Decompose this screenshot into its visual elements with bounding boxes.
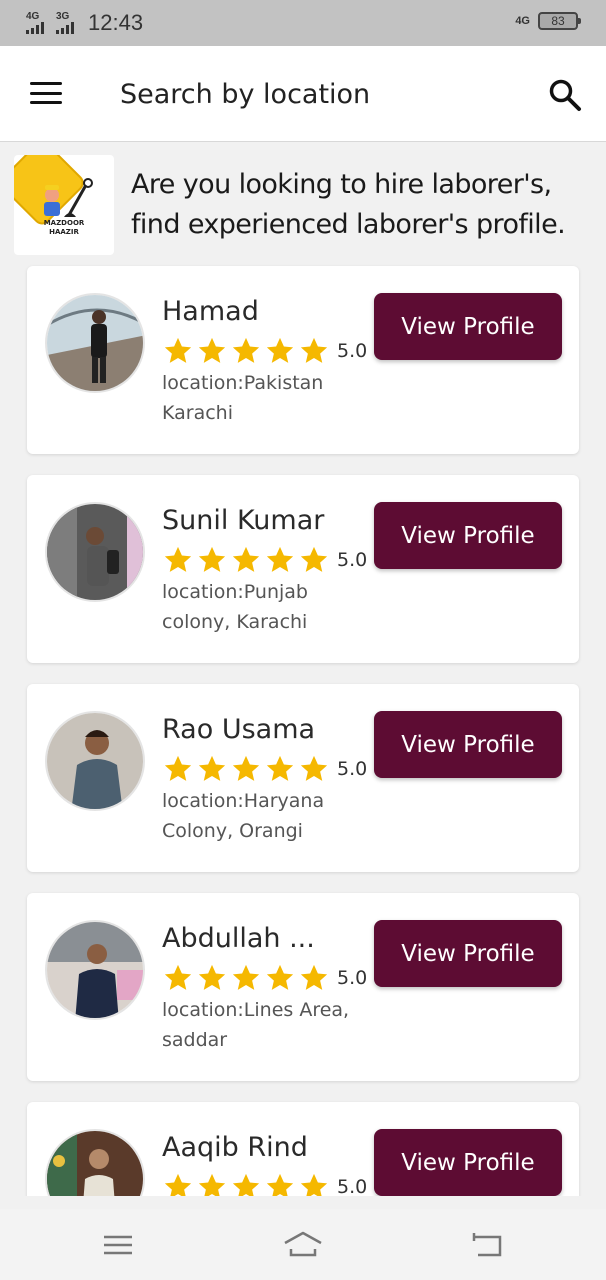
search-icon[interactable] <box>548 78 582 112</box>
star-icon <box>232 1173 260 1196</box>
avatar <box>45 293 145 393</box>
star-icon <box>300 337 328 363</box>
laborer-location: location:Pakistan Karachi <box>162 372 324 424</box>
rating-value: 5.0 <box>337 340 368 362</box>
star-icon <box>164 1173 192 1196</box>
home-icon[interactable] <box>283 1229 323 1261</box>
star-icon <box>300 755 328 781</box>
hero-banner: MAZDOOR HAAZIR Are you looking to hire l… <box>0 141 594 255</box>
signal-sim1-icon: 4G <box>26 12 52 34</box>
status-left: 4G 3G 12:43 <box>26 10 143 36</box>
app-logo: MAZDOOR HAAZIR <box>0 141 114 255</box>
avatar <box>45 920 145 1020</box>
star-icon <box>266 337 294 363</box>
view-profile-button[interactable]: View Profile <box>374 711 562 778</box>
laborer-location: location:Lines Area, saddar <box>162 999 350 1051</box>
rating-stars: 5.0 <box>163 963 367 993</box>
signal-sim2-icon: 3G <box>56 12 82 34</box>
star-icon <box>232 964 260 990</box>
battery-icon: 83 <box>538 12 581 30</box>
logo-image: MAZDOOR HAAZIR <box>0 141 93 236</box>
star-icon <box>266 1173 294 1196</box>
rating-value: 5.0 <box>337 1176 368 1196</box>
star-icon <box>198 546 226 572</box>
star-icon <box>232 755 260 781</box>
logo-text-line2: HAAZIR <box>49 228 79 236</box>
star-icon <box>198 1173 226 1196</box>
star-icon <box>198 964 226 990</box>
view-profile-button[interactable]: View Profile <box>374 502 562 569</box>
laborer-card[interactable]: Aaqib Rind 5.0 View Profile <box>27 1102 579 1196</box>
search-input[interactable] <box>120 74 520 114</box>
network-type: 4G <box>515 15 530 27</box>
star-icon <box>232 337 260 363</box>
star-icon <box>266 546 294 572</box>
recent-apps-icon[interactable] <box>98 1229 138 1261</box>
laborer-list[interactable]: Hamad 5.0 location:Pakistan Karachi View… <box>0 256 606 1196</box>
star-icon <box>164 964 192 990</box>
banner-text: Are you looking to hire laborer's, find … <box>131 169 566 240</box>
avatar <box>45 711 145 811</box>
view-profile-button[interactable]: View Profile <box>374 920 562 987</box>
laborer-card[interactable]: Abdullah ... 5.0 location:Lines Area, sa… <box>27 893 579 1081</box>
star-icon <box>198 337 226 363</box>
back-icon[interactable] <box>468 1229 508 1261</box>
avatar <box>45 1129 145 1196</box>
laborer-card[interactable]: Sunil Kumar 5.0 location:Punjab colony, … <box>27 475 579 663</box>
sim1-label: 4G <box>26 11 40 22</box>
rating-stars: 5.0 <box>163 1172 367 1196</box>
laborer-name: Sunil Kumar <box>162 505 325 536</box>
rating-value: 5.0 <box>337 549 368 571</box>
rating-value: 5.0 <box>337 758 368 780</box>
view-profile-button[interactable]: View Profile <box>374 1129 562 1196</box>
avatar <box>45 502 145 602</box>
star-icon <box>300 546 328 572</box>
system-nav-bar <box>0 1209 606 1280</box>
laborer-location: location:Haryana Colony, Orangi <box>162 790 325 842</box>
star-icon <box>266 964 294 990</box>
star-icon <box>266 755 294 781</box>
star-icon <box>164 546 192 572</box>
laborer-name: Aaqib Rind <box>162 1132 308 1163</box>
laborer-card[interactable]: Rao Usama 5.0 location:Haryana Colony, O… <box>27 684 579 872</box>
laborer-name: Rao Usama <box>162 714 316 745</box>
star-icon <box>164 755 192 781</box>
star-icon <box>232 546 260 572</box>
laborer-name: Hamad <box>162 296 259 327</box>
star-icon <box>198 755 226 781</box>
view-profile-button[interactable]: View Profile <box>374 293 562 360</box>
rating-stars: 5.0 <box>163 545 367 575</box>
clock: 12:43 <box>88 10 144 35</box>
laborer-card[interactable]: Hamad 5.0 location:Pakistan Karachi View… <box>27 266 579 454</box>
hamburger-menu-icon[interactable] <box>30 80 64 106</box>
logo-text-line1: MAZDOOR <box>44 219 85 227</box>
status-bar: 4G 3G 12:43 4G 83 <box>0 0 606 46</box>
laborer-name: Abdullah ... <box>162 923 315 954</box>
star-icon <box>300 964 328 990</box>
rating-value: 5.0 <box>337 967 368 989</box>
star-icon <box>164 337 192 363</box>
laborer-location: location:Punjab colony, Karachi <box>162 581 308 633</box>
rating-stars: 5.0 <box>163 336 367 366</box>
rating-stars: 5.0 <box>163 754 367 784</box>
sim2-label: 3G <box>56 11 70 22</box>
app-bar <box>0 46 606 142</box>
status-right: 4G 83 <box>515 12 581 30</box>
star-icon <box>300 1173 328 1196</box>
